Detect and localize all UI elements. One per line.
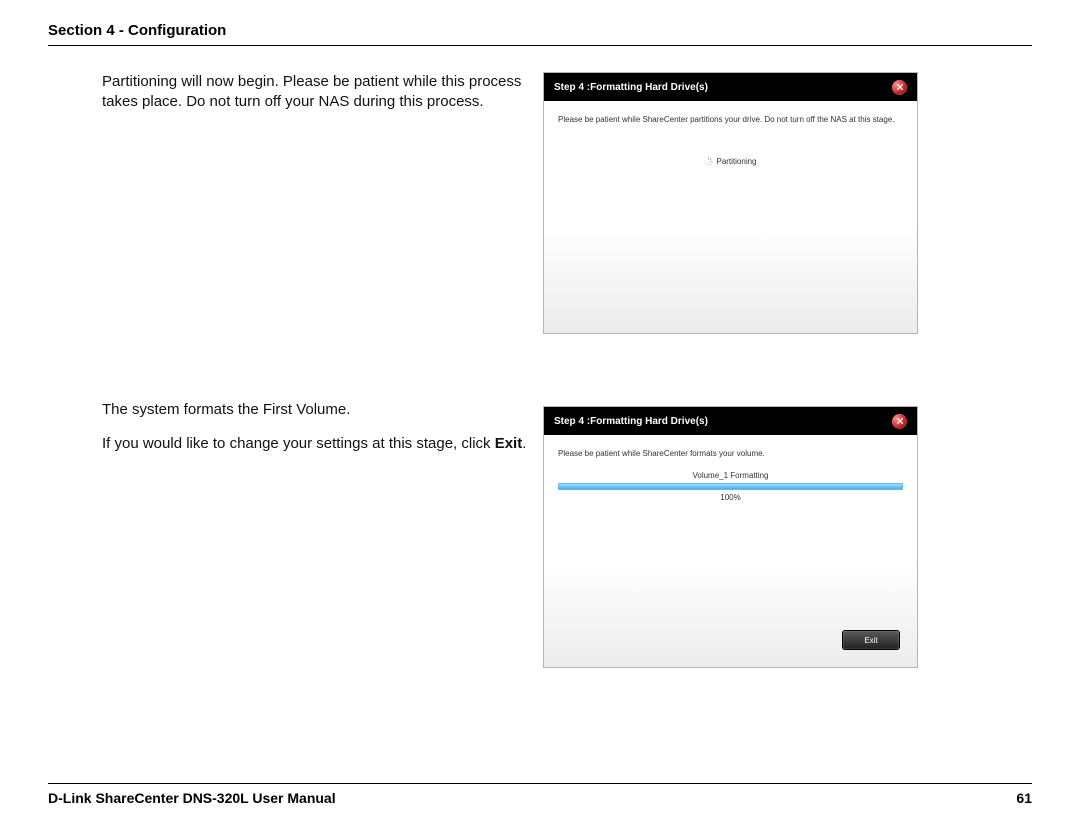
progress-fill: [559, 484, 902, 489]
exit-bold-text: Exit: [495, 435, 523, 452]
page-footer: D-Link ShareCenter DNS-320L User Manual …: [48, 783, 1032, 806]
dialog-title: Step 4 :Formatting Hard Drive(s): [554, 416, 708, 427]
progress-percent: 100%: [544, 493, 917, 502]
volume-label: Volume_1 Formatting: [544, 471, 917, 480]
status-text: Partitioning: [716, 157, 756, 166]
formatting-dialog-partitioning: Step 4 :Formatting Hard Drive(s) Please …: [543, 72, 918, 334]
close-icon[interactable]: [892, 414, 907, 429]
progress-bar: [558, 483, 903, 490]
dialog-header: Step 4 :Formatting Hard Drive(s): [544, 73, 917, 101]
footer-left: D-Link ShareCenter DNS-320L User Manual: [48, 790, 336, 806]
instruction-text: Please be patient while ShareCenter part…: [558, 115, 903, 124]
spinner-icon: [704, 157, 713, 166]
dialog-header: Step 4 :Formatting Hard Drive(s): [544, 407, 917, 435]
dialog-title: Step 4 :Formatting Hard Drive(s): [554, 82, 708, 93]
dialog-body: Please be patient while ShareCenter part…: [544, 101, 917, 333]
paragraph: The system formats the First Volume.: [102, 400, 527, 420]
paragraph: Partitioning will now begin. Please be p…: [102, 72, 527, 111]
description-block-1: Partitioning will now begin. Please be p…: [102, 72, 527, 125]
paragraph: If you would like to change your setting…: [102, 434, 527, 454]
text: If you would like to change your setting…: [102, 435, 495, 452]
page-number: 61: [1016, 790, 1032, 806]
formatting-dialog-progress: Step 4 :Formatting Hard Drive(s) Please …: [543, 406, 918, 668]
status-row: Partitioning: [544, 157, 917, 166]
instruction-text: Please be patient while ShareCenter form…: [558, 449, 903, 458]
exit-button[interactable]: Exit: [843, 631, 899, 649]
description-block-2: The system formats the First Volume. If …: [102, 400, 527, 467]
section-header: Section 4 - Configuration: [48, 22, 1032, 46]
dialog-body: Please be patient while ShareCenter form…: [544, 435, 917, 667]
close-icon[interactable]: [892, 80, 907, 95]
text: .: [522, 435, 526, 452]
